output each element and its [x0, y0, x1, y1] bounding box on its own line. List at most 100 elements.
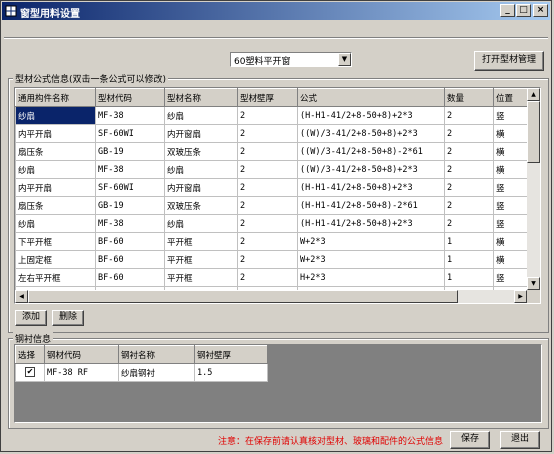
steel-liner-grid: 选择 钢材代码 钢衬名称 钢衬壁厚 ✔ MF-38 RF 纱扇钢衬 1.5: [15, 345, 268, 382]
quantity-cell: 2: [444, 142, 494, 161]
quantity-cell: 2: [444, 106, 494, 125]
formula-cell: ((W)/3-41/2+8-50+8)+2*3: [297, 160, 445, 179]
profile-code-cell: MF-38: [95, 214, 165, 233]
exit-button[interactable]: 退出: [500, 431, 540, 449]
horizontal-scroll-thumb[interactable]: [28, 290, 458, 303]
formula-grid: 通用构件名称 型材代码 型材名称 型材壁厚 公式 数量 位置 纱扇 MF-38 纱扇 2 (H-H1…: [15, 88, 539, 303]
column-header[interactable]: 公式: [297, 88, 445, 107]
maximize-button[interactable]: □: [516, 4, 531, 17]
scroll-down-icon[interactable]: ▼: [527, 277, 540, 290]
table-row[interactable]: 纱扇 MF-38 纱扇 2 ((W)/3-41/2+8-50+8)+2*3 2 横: [15, 160, 539, 179]
steel-liner-table[interactable]: 选择 钢材代码 钢衬名称 钢衬壁厚 ✔ MF-38 RF 纱扇钢衬 1.5: [14, 344, 542, 423]
quantity-cell: 1: [444, 250, 494, 269]
table-row[interactable]: 上固定框 BF-60 平开框 2 W+2*3 1 横: [15, 250, 539, 269]
manage-profiles-button[interactable]: 打开型材管理: [474, 51, 544, 71]
window-title: 窗型用料设置: [20, 9, 80, 20]
table-row[interactable]: 扇压条 GB-19 双玻压条 2 (H-H1-41/2+8-50+8)-2*61 2 竖: [15, 196, 539, 215]
scroll-left-icon[interactable]: ◀: [15, 290, 28, 303]
add-button[interactable]: 添加: [15, 310, 47, 326]
minimize-button[interactable]: _: [500, 4, 515, 17]
profile-formula-group-label: 型材公式信息(双击一条公式可以修改): [13, 72, 169, 85]
formula-cell: (H-H1-41/2+8-50+8)+2*3: [297, 106, 445, 125]
window-type-select[interactable]: 60塑料平开窗 ▼: [230, 52, 352, 67]
column-header[interactable]: 选择: [15, 345, 45, 364]
table-row[interactable]: 纱扇 MF-38 纱扇 2 (H-H1-41/2+8-50+8)+2*3 2 竖: [15, 106, 539, 125]
profile-name-cell: 内开窗扇: [164, 124, 238, 143]
delete-button[interactable]: 删除: [52, 310, 84, 326]
table-row[interactable]: 扇压条 GB-19 双玻压条 2 ((W)/3-41/2+8-50+8)-2*61 2 横: [15, 142, 539, 161]
wall-thickness-cell: 2: [237, 142, 298, 161]
formula-cell: (H-H1-41/2+8-50+8)+2*3: [297, 178, 445, 197]
wall-thickness-cell: 2: [237, 214, 298, 233]
save-button[interactable]: 保存: [450, 431, 490, 449]
profile-name-cell: 双玻压条: [164, 142, 238, 161]
formula-cell: W+2*3: [297, 250, 445, 269]
profile-code-cell: BF-60: [95, 268, 165, 287]
vertical-scroll-thumb[interactable]: [527, 101, 540, 163]
profile-code-cell: GB-19: [95, 142, 165, 161]
column-header[interactable]: 钢衬壁厚: [194, 345, 268, 364]
profile-code-cell: MF-38: [95, 160, 165, 179]
vertical-scrollbar[interactable]: ▲ ▼: [527, 88, 540, 290]
component-name-cell: 下平开框: [15, 232, 96, 251]
scroll-right-icon[interactable]: ▶: [514, 290, 527, 303]
column-header[interactable]: 型材名称: [164, 88, 238, 107]
window-icon: [5, 5, 17, 17]
wall-thickness-cell: 2: [237, 160, 298, 179]
component-name-cell: 扇压条: [15, 142, 96, 161]
profile-name-cell: 平开框: [164, 232, 238, 251]
wall-thickness-cell: 2: [237, 178, 298, 197]
quantity-cell: 1: [444, 232, 494, 251]
column-header[interactable]: 钢衬名称: [118, 345, 195, 364]
profile-code-cell: GB-19: [95, 196, 165, 215]
column-header[interactable]: 型材代码: [95, 88, 165, 107]
table-row[interactable]: ✔ MF-38 RF 纱扇钢衬 1.5: [15, 363, 268, 382]
table-row[interactable]: 下平开框 BF-60 平开框 2 W+2*3 1 横: [15, 232, 539, 251]
column-header[interactable]: 型材壁厚: [237, 88, 298, 107]
quantity-cell: 1: [444, 268, 494, 287]
formula-cell: (H-H1-41/2+8-50+8)+2*3: [297, 214, 445, 233]
column-header[interactable]: 数量: [444, 88, 494, 107]
wall-thickness-cell: 2: [237, 106, 298, 125]
column-header[interactable]: 钢材代码: [44, 345, 119, 364]
table-row[interactable]: 左右平开框BF-60平开框2H+2*31竖: [15, 268, 539, 287]
component-name-cell: 扇压条: [15, 196, 96, 215]
horizontal-scrollbar[interactable]: ◀ ▶: [15, 290, 527, 303]
steel-thickness-cell: 1.5: [194, 363, 268, 382]
component-name-cell: 内平开扇: [15, 124, 96, 143]
quantity-cell: 2: [444, 178, 494, 197]
profile-code-cell: BF-60: [95, 232, 165, 251]
formula-cell: H+2*3: [297, 268, 445, 287]
chevron-down-icon[interactable]: ▼: [338, 53, 351, 66]
column-header[interactable]: 通用构件名称: [15, 88, 96, 107]
quantity-cell: 2: [444, 124, 494, 143]
profile-name-cell: 纱扇: [164, 214, 238, 233]
quantity-cell: 2: [444, 214, 494, 233]
component-name-cell: 左右平开框: [15, 268, 96, 287]
profile-name-cell: 纱扇: [164, 106, 238, 125]
profile-name-cell: 双玻压条: [164, 196, 238, 215]
component-name-cell: 纱扇: [15, 160, 96, 179]
table-row[interactable]: 内平开扇 SF-60WI 内开窗扇 2 (H-H1-41/2+8-50+8)+2*3 2 竖: [15, 178, 539, 197]
close-button[interactable]: ×: [533, 4, 548, 17]
wall-thickness-cell: 2: [237, 124, 298, 143]
quantity-cell: 2: [444, 196, 494, 215]
formula-cell: ((W)/3-41/2+8-50+8)+2*3: [297, 124, 445, 143]
select-checkbox[interactable]: ✔: [25, 367, 35, 378]
title-bar[interactable]: 窗型用料设置 _ □ ×: [2, 2, 550, 20]
select-cell[interactable]: ✔: [15, 363, 45, 382]
main-window: 窗型用料设置 _ □ × 60塑料平开窗 ▼ 打开型材管理 型材公式信息(双击一…: [0, 0, 552, 452]
quantity-cell: 2: [444, 160, 494, 179]
scroll-corner: [527, 290, 540, 303]
profile-name-cell: 纱扇: [164, 160, 238, 179]
table-row[interactable]: 纱扇 MF-38 纱扇 2 (H-H1-41/2+8-50+8)+2*3 2 竖: [15, 214, 539, 233]
formula-cell: (H-H1-41/2+8-50+8)-2*61: [297, 196, 445, 215]
formula-cell: ((W)/3-41/2+8-50+8)-2*61: [297, 142, 445, 161]
component-name-cell: 纱扇: [15, 106, 96, 125]
table-row[interactable]: 内平开扇 SF-60WI 内开窗扇 2 ((W)/3-41/2+8-50+8)+2*3 2…: [15, 124, 539, 143]
profile-code-cell: BF-60: [95, 250, 165, 269]
profile-formula-table[interactable]: 通用构件名称 型材代码 型材名称 型材壁厚 公式 数量 位置 纱扇 MF-38 纱扇 2 (H-H1…: [14, 87, 541, 304]
profile-code-cell: SF-60WI: [95, 178, 165, 197]
steel-code-cell: MF-38 RF: [44, 363, 119, 382]
scroll-up-icon[interactable]: ▲: [527, 88, 540, 101]
